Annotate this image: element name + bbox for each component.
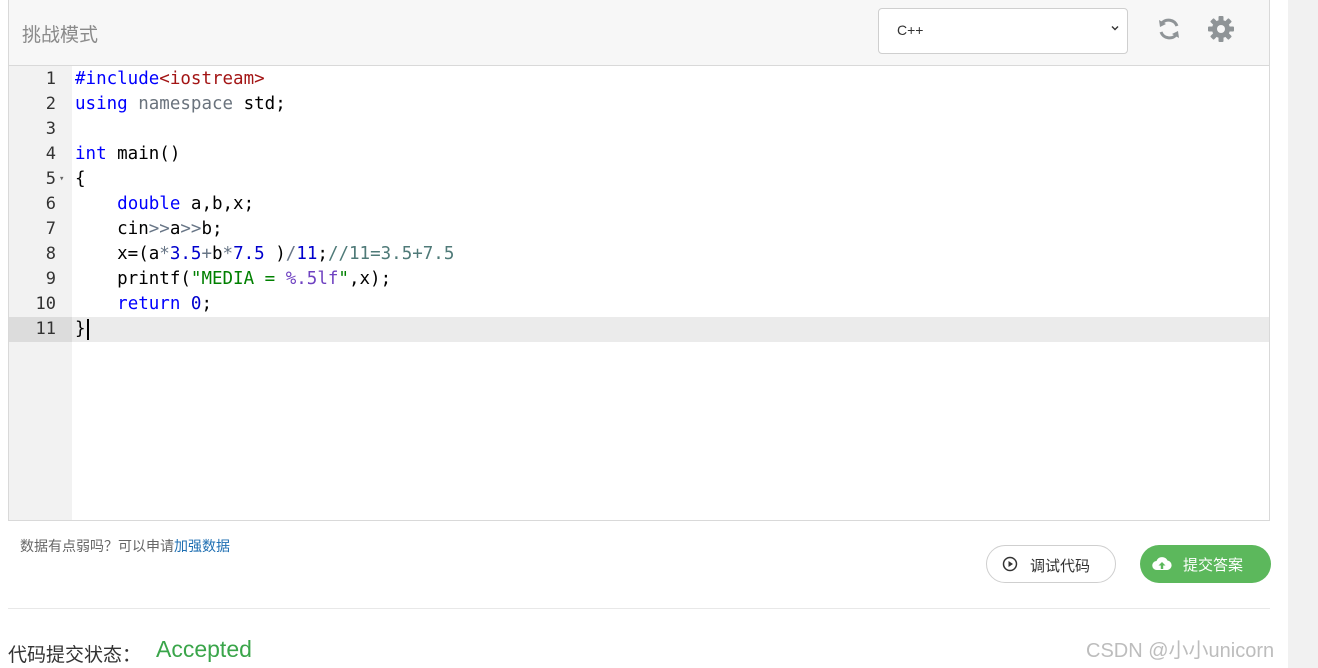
strengthen-data-link[interactable]: 加强数据 [174,539,230,555]
data-hint: 数据有点弱吗？可以申请加强数据 [20,536,230,556]
code-token: #include [75,69,160,89]
code-token: " [338,269,349,289]
code-token: using [75,94,128,114]
debug-code-label: 调试代码 [1030,558,1091,575]
code-token: %.5lf [285,269,339,289]
code-token: 0 [190,294,202,314]
code-token: x=(a [75,244,160,264]
code-token: 7.5 [233,244,265,264]
code-token: cin [75,219,149,239]
code-line[interactable]: 4 int main() [9,142,1269,167]
code-token: 3.5 [169,244,202,264]
line-number: 9 [45,269,56,289]
code-editor[interactable]: 1 #include<iostream> 2 using namespace std;… [9,66,1269,520]
code-text: { [75,167,86,192]
code-token: namespace [138,94,234,114]
code-token: * [222,244,234,264]
code-line[interactable]: 11} [9,317,1269,342]
language-select[interactable]: C++ [878,8,1128,54]
line-number: 10 [35,294,56,314]
submission-status-value: Accepted [156,636,252,662]
code-token: int [75,144,107,164]
editor-header: 挑战模式 C++ [9,0,1269,66]
code-token: ) [264,244,286,264]
code-token: { [75,169,86,189]
code-text: using namespace std; [75,92,286,117]
code-line[interactable]: 7 cin>>a>>b; [9,217,1269,242]
code-line[interactable]: 10 return 0; [9,292,1269,317]
code-token: ,x); [348,269,392,289]
submission-status-label: 代码提交状态： [8,644,142,666]
line-number: 5 [45,169,56,189]
code-token: / [285,244,297,264]
line-number: 1 [45,69,56,89]
code-token: //11=3.5+7.5 [327,244,455,264]
refresh-icon[interactable] [1154,14,1184,44]
code-token: + [201,244,212,264]
chevron-down-icon [1111,26,1119,31]
code-token: >> [148,219,170,239]
page-scrollbar[interactable] [1288,0,1318,668]
code-token: >> [180,219,202,239]
fold-arrow-icon[interactable]: ▾ [59,167,64,192]
language-select-value: C++ [897,22,924,38]
code-token: printf( [75,269,191,289]
code-token: return [117,294,181,314]
line-number: 11 [35,319,56,339]
csdn-watermark: CSDN @小小unicorn [1086,640,1275,662]
section-divider [8,608,1270,609]
line-number: 4 [45,144,56,164]
code-text: printf("MEDIA = %.5lf",x); [75,267,391,292]
code-token: ; [317,244,328,264]
code-text: } [75,317,89,342]
code-token: } [75,319,86,339]
code-panel: 挑战模式 C++ 1 #include<iostream> 2 using na… [8,0,1270,521]
code-token: <iostream> [159,69,265,89]
code-line[interactable]: 6 double a,b,x; [9,192,1269,217]
line-number: 8 [45,244,56,264]
code-token: a [169,219,181,239]
submit-answer-button[interactable]: 提交答案 [1140,545,1271,583]
code-token: 11 [296,244,318,264]
code-token: ; [201,294,213,314]
code-token: a,b,x; [180,194,255,214]
code-line[interactable]: 5 ▾ { [9,167,1269,192]
code-text: #include<iostream> [75,67,265,92]
code-text: x=(a*3.5+b*7.5 )/11;//11=3.5+7.5 [75,242,454,267]
code-text: double a,b,x; [75,192,254,217]
code-text: int main() [75,142,180,167]
line-number: 2 [45,94,56,114]
hint-text: 数据有点弱吗？可以申请 [20,539,174,555]
code-token: std; [233,94,286,114]
code-token: b [212,244,223,264]
code-line[interactable]: 1 #include<iostream> [9,67,1269,92]
code-line[interactable]: 9 printf("MEDIA = %.5lf",x); [9,267,1269,292]
text-cursor [86,318,89,340]
debug-code-button[interactable]: 调试代码 [986,545,1116,583]
play-circle-icon [1002,556,1018,572]
code-token: b; [201,219,223,239]
line-number: 3 [45,119,56,139]
code-line[interactable]: 3 [9,117,1269,142]
submit-answer-label: 提交答案 [1183,557,1244,574]
code-line[interactable]: 2 using namespace std; [9,92,1269,117]
code-line[interactable]: 8 x=(a*3.5+b*7.5 )/11;//11=3.5+7.5 [9,242,1269,267]
code-text: cin>>a>>b; [75,217,223,242]
gear-icon[interactable] [1206,14,1236,44]
mode-title: 挑战模式 [22,24,99,46]
code-token: double [117,194,181,214]
code-token: "MEDIA = [190,269,286,289]
code-token: main() [106,144,181,164]
line-number: 7 [45,219,56,239]
line-number: 6 [45,194,56,214]
code-text: return 0; [75,292,212,317]
cloud-upload-icon [1152,557,1172,571]
code-token: * [159,244,170,264]
